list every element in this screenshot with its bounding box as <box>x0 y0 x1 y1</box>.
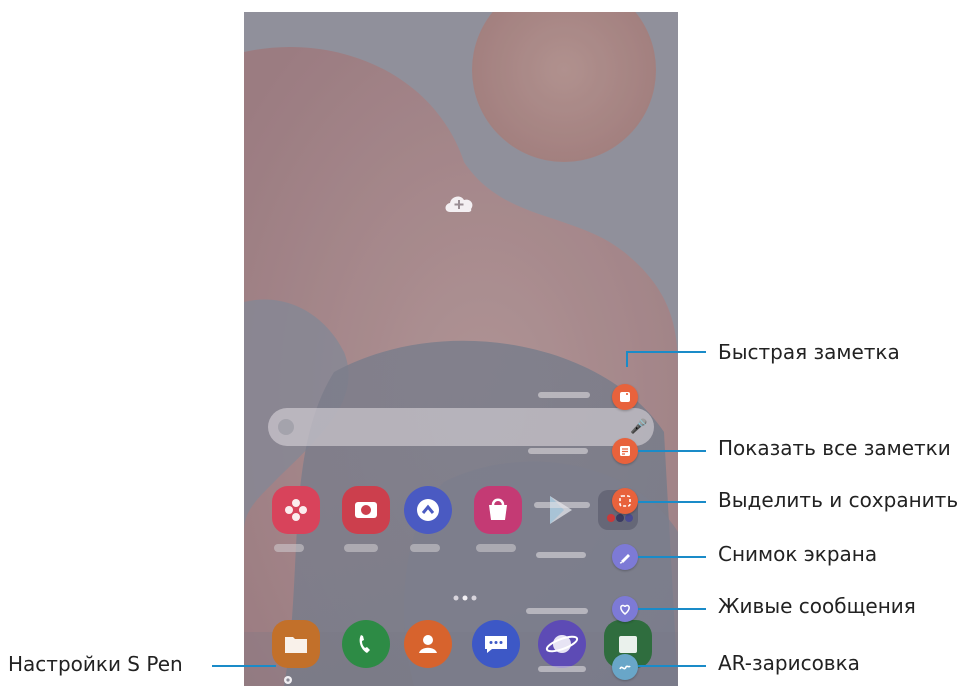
tablet-screen: 🎤 <box>244 12 678 686</box>
note-add-icon <box>620 392 630 402</box>
app-icon-bixby[interactable] <box>404 486 452 534</box>
app-icon-gallery[interactable] <box>272 486 320 534</box>
cloud-add-icon[interactable] <box>442 192 478 214</box>
menu-text-placeholder <box>538 392 590 398</box>
page-indicator <box>453 595 477 601</box>
app-label <box>410 544 440 552</box>
menu-text-placeholder <box>534 502 590 508</box>
callout-ar-doodle: AR-зарисовка <box>718 651 860 675</box>
app-icon-play-store[interactable] <box>536 486 584 534</box>
chat-icon <box>485 636 507 653</box>
dim-overlay <box>244 12 678 686</box>
dock-app-internet[interactable] <box>538 620 586 668</box>
google-icon <box>278 419 294 435</box>
play-store-icon <box>550 496 572 524</box>
selection-icon <box>619 495 631 507</box>
pen-write-icon <box>619 554 630 564</box>
callout-quick-note: Быстрая заметка <box>718 340 900 364</box>
contact-icon <box>419 635 437 653</box>
flower-icon <box>285 499 307 521</box>
mic-icon[interactable]: 🎤 <box>630 418 647 436</box>
menu-text-placeholder <box>526 608 588 614</box>
callout-line-smart-select <box>638 501 706 503</box>
search-bar[interactable]: 🎤 <box>268 408 654 446</box>
folder-icon <box>285 637 307 653</box>
app-label <box>476 544 516 552</box>
callout-live-messages: Живые сообщения <box>718 594 916 618</box>
callout-view-all-notes: Показать все заметки <box>718 436 951 460</box>
menu-text-placeholder <box>538 666 586 672</box>
menu-text-placeholder <box>536 552 586 558</box>
screen-write-button[interactable] <box>612 544 638 570</box>
callout-line-quick-note <box>626 351 706 353</box>
heart-icon <box>620 604 630 615</box>
chevron-up-icon <box>417 499 439 521</box>
dock-app-contacts[interactable] <box>404 620 452 668</box>
shopping-bag-icon <box>489 498 507 520</box>
app-icon-camera[interactable] <box>342 486 390 534</box>
callout-line-s-pen-settings <box>212 665 276 667</box>
dock-app-messages[interactable] <box>472 620 520 668</box>
live-messages-button[interactable] <box>612 596 638 622</box>
menu-text-placeholder <box>528 448 588 454</box>
ar-squiggle-icon <box>619 665 631 670</box>
app-label <box>344 544 378 552</box>
app-icon-store[interactable] <box>474 486 522 534</box>
view-all-notes-button[interactable] <box>612 438 638 464</box>
callout-screen-write: Снимок экрана <box>718 542 878 566</box>
quick-note-button[interactable] <box>612 384 638 410</box>
notes-list-icon <box>620 446 630 456</box>
callout-smart-select: Выделить и сохранить <box>718 488 959 512</box>
dock-app-files[interactable] <box>272 620 320 668</box>
callout-line-screen-write <box>638 556 706 558</box>
camera-icon <box>355 502 377 518</box>
planet-icon <box>545 635 579 653</box>
app-label <box>274 544 304 552</box>
callout-line-live-messages <box>638 608 706 610</box>
phone-icon <box>359 635 370 653</box>
callout-s-pen-settings: Настройки S Pen <box>8 652 183 676</box>
ar-doodle-button[interactable] <box>612 654 638 680</box>
callout-line-ar-doodle <box>638 665 706 667</box>
callout-line-view-all-notes <box>638 450 706 452</box>
gear-icon[interactable] <box>282 674 294 686</box>
smart-select-button[interactable] <box>612 488 638 514</box>
dock-app-phone[interactable] <box>342 620 390 668</box>
callout-line-quick-note-vertical <box>626 351 628 367</box>
